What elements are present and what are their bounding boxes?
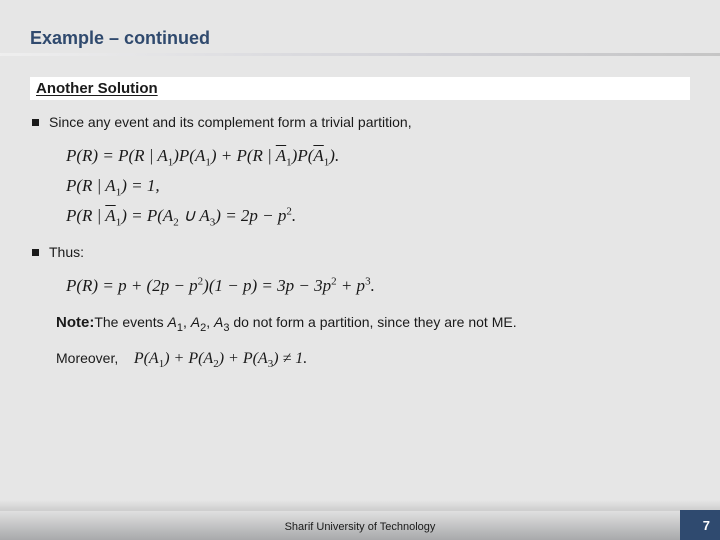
page-number: 7 [703, 518, 710, 533]
bullet-2: Thus: [32, 244, 692, 260]
page-number-badge: 7 [680, 510, 720, 540]
footer-shadow [0, 500, 720, 510]
slide-title: Example – continued [30, 28, 210, 49]
note-label: Note: [56, 314, 94, 331]
moreover-label: Moreover, [56, 350, 118, 366]
equation-2: P(R | A1) = 1, [66, 172, 692, 202]
equation-3: P(R | A1) = P(A2 ∪ A3) = 2p − p2. [66, 202, 692, 232]
moreover-row: Moreover, P(A1) + P(A2) + P(A3) ≠ 1. [56, 350, 692, 370]
bullet-2-text: Thus: [49, 244, 84, 260]
divider [0, 53, 720, 56]
bullet-1: Since any event and its complement form … [32, 114, 692, 130]
note-text: Note:The events A1, A2, A3 do not form a… [56, 312, 692, 336]
content-area: Since any event and its complement form … [32, 114, 692, 371]
section-subhead: Another Solution [30, 77, 690, 100]
bullet-dot-icon [32, 119, 39, 126]
equation-block-1: P(R) = P(R | A1)P(A1) + P(R | A1)P(A1). … [66, 142, 692, 232]
slide: Example – continued Another Solution Sin… [0, 0, 720, 540]
equation-5: P(A1) + P(A2) + P(A3) ≠ 1. [134, 350, 307, 367]
bullet-1-text: Since any event and its complement form … [49, 114, 412, 130]
equation-4: P(R) = p + (2p − p2)(1 − p) = 3p − 3p2 +… [66, 272, 692, 301]
equation-1: P(R) = P(R | A1)P(A1) + P(R | A1)P(A1). [66, 142, 692, 172]
footer-text: Sharif University of Technology [0, 521, 720, 533]
equation-block-2: P(R) = p + (2p − p2)(1 − p) = 3p − 3p2 +… [66, 272, 692, 301]
bullet-dot-icon [32, 249, 39, 256]
